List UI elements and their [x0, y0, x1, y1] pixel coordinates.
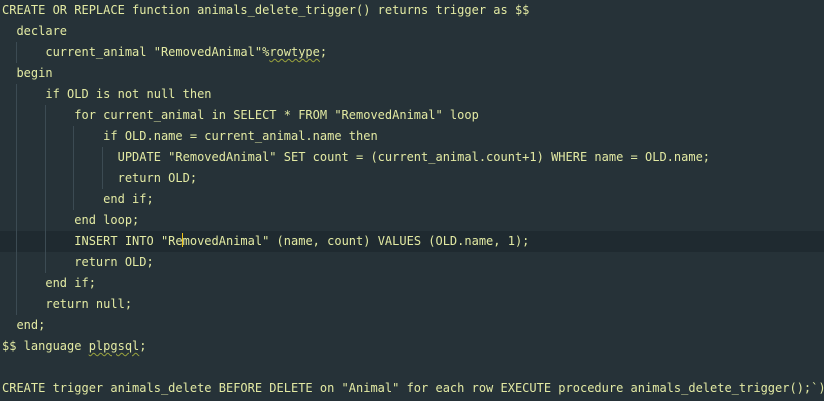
code-line-text: $$ language plpgsql; — [2, 336, 147, 357]
code-line-text: CREATE trigger animals_delete BEFORE DEL… — [2, 381, 824, 395]
code-token: $$ language plpgsql; — [2, 339, 147, 353]
code-line-text: return OLD; — [2, 171, 198, 185]
spellcheck-underline: rowtype — [269, 45, 320, 59]
code-line-text: for current_animal in SELECT * FROM "Rem… — [2, 108, 479, 122]
code-line-text: if OLD is not null then — [2, 87, 212, 101]
code-line-text: CREATE OR REPLACE function animals_delet… — [2, 3, 530, 17]
code-line[interactable]: CREATE OR REPLACE function animals_delet… — [0, 0, 824, 21]
code-line[interactable] — [0, 357, 824, 378]
code-line[interactable]: end loop; — [0, 210, 824, 231]
code-line[interactable]: current_animal "RemovedAnimal"%rowtype; — [0, 42, 824, 63]
code-editor[interactable]: CREATE OR REPLACE function animals_delet… — [0, 0, 824, 401]
code-line-text: begin — [2, 66, 53, 80]
code-line-text: INSERT INTO "RemovedAnimal" (name, count… — [2, 231, 529, 252]
spellcheck-underline: plpgsql — [88, 339, 140, 353]
code-line[interactable]: if OLD.name = current_animal.name then — [0, 126, 824, 147]
code-line[interactable]: for current_animal in SELECT * FROM "Rem… — [0, 105, 824, 126]
code-line[interactable]: UPDATE "RemovedAnimal" SET count = (curr… — [0, 147, 824, 168]
code-line-text: end loop; — [2, 213, 140, 227]
code-line-text: return null; — [2, 297, 133, 311]
code-line-text: end; — [2, 318, 46, 332]
code-token: INSERT INTO "Re — [2, 234, 183, 248]
code-line[interactable]: $$ language plpgsql; — [0, 336, 824, 357]
code-line-text: UPDATE "RemovedAnimal" SET count = (curr… — [2, 150, 711, 164]
code-line-text: end if; — [2, 192, 154, 206]
code-line-text: return OLD; — [2, 255, 154, 269]
current-line-highlight[interactable]: INSERT INTO "RemovedAnimal" (name, count… — [0, 231, 824, 252]
code-line[interactable]: end if; — [0, 189, 824, 210]
code-line[interactable]: return OLD; — [0, 252, 824, 273]
code-line[interactable]: begin — [0, 63, 824, 84]
code-token: current_animal "RemovedAnimal"%rowtype; — [2, 45, 328, 59]
code-line-text: if OLD.name = current_animal.name then — [2, 129, 378, 143]
code-line-text: current_animal "RemovedAnimal"%rowtype; — [2, 42, 327, 63]
code-line-text: declare — [2, 24, 68, 38]
code-line-text: end if; — [2, 276, 96, 290]
code-line[interactable]: return null; — [0, 294, 824, 315]
code-token: movedAnimal" (name, count) VALUES (OLD.n… — [182, 234, 530, 248]
code-line[interactable]: end if; — [0, 273, 824, 294]
code-line[interactable]: end; — [0, 315, 824, 336]
code-line[interactable]: declare — [0, 21, 824, 42]
code-line[interactable]: CREATE trigger animals_delete BEFORE DEL… — [0, 378, 824, 399]
code-line[interactable]: return OLD; — [0, 168, 824, 189]
code-line[interactable]: if OLD is not null then — [0, 84, 824, 105]
